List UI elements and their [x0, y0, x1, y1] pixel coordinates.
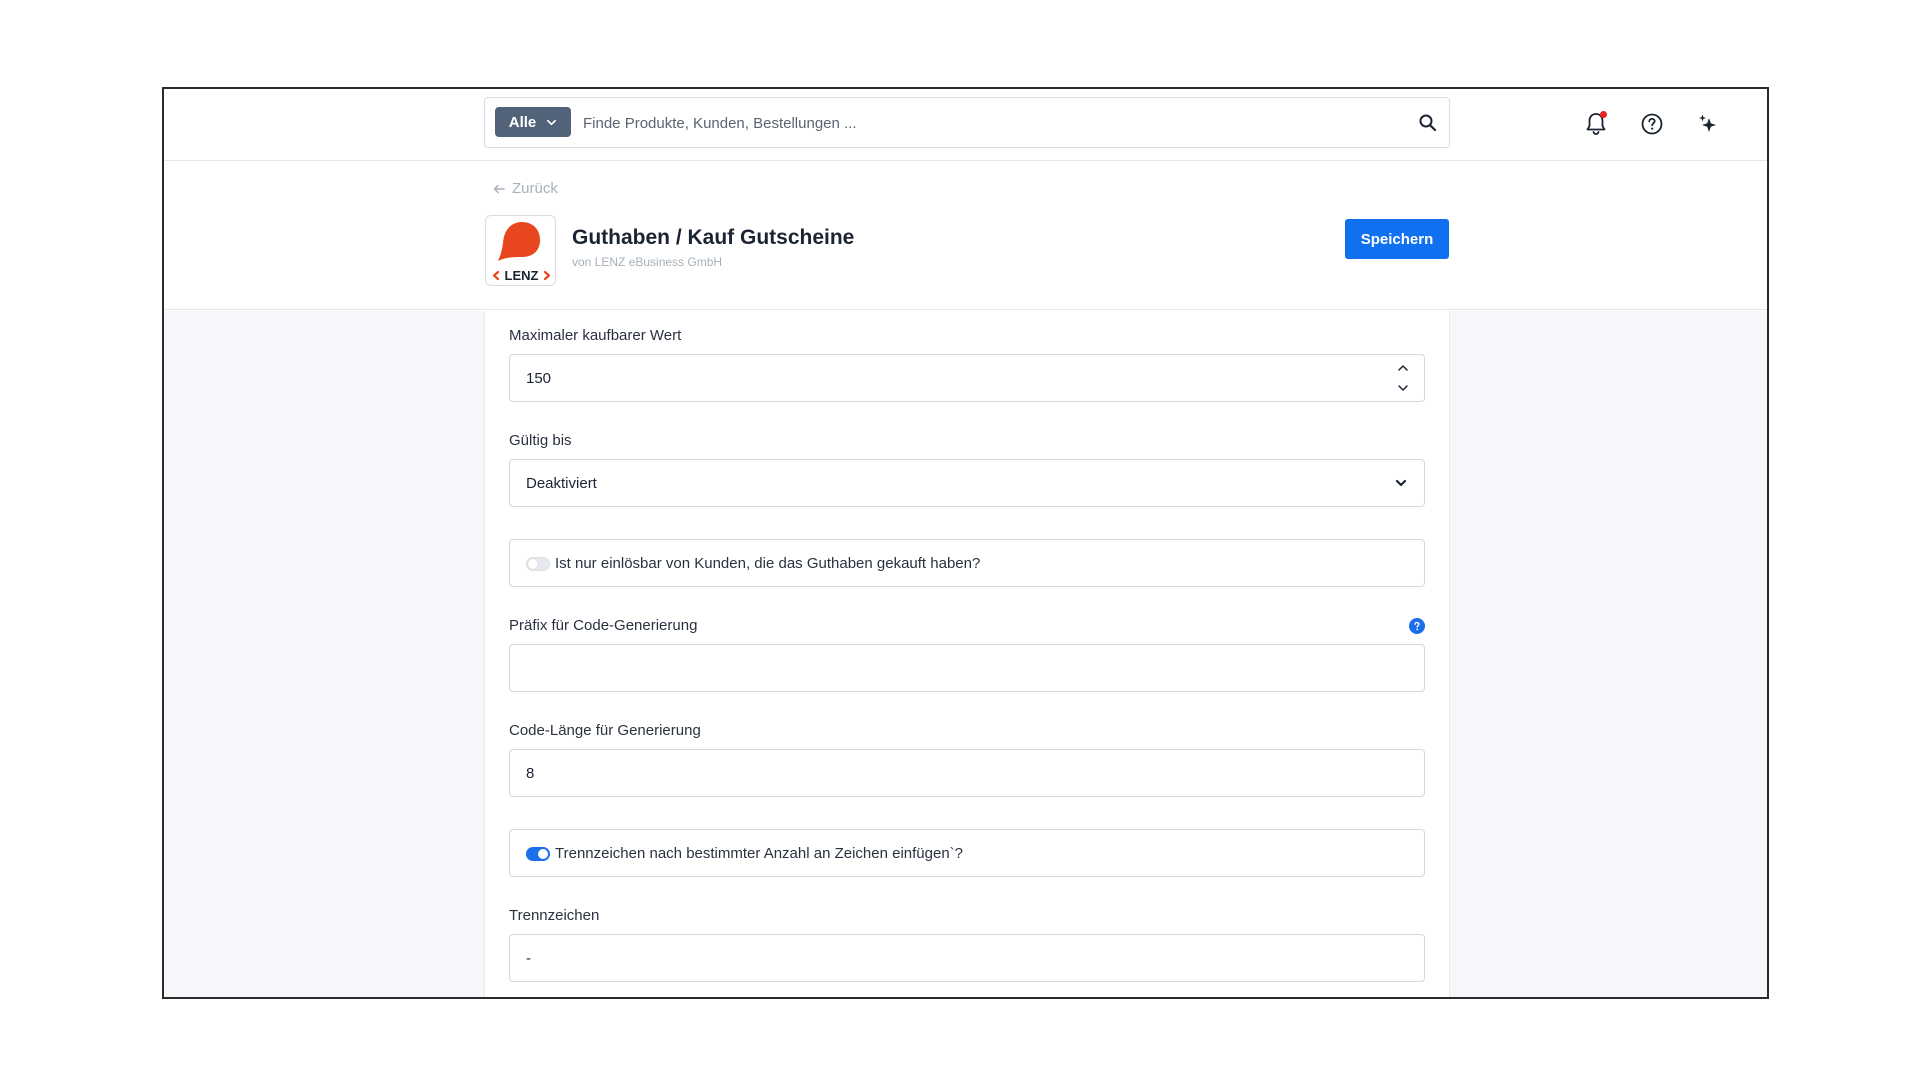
search-scope-label: Alle — [508, 113, 537, 131]
help-button[interactable] — [1638, 110, 1666, 138]
arrow-left-icon — [493, 184, 505, 193]
prefix-label: Präfix für Code-Generierung — [509, 617, 698, 634]
only-buyer-label: Ist nur einlösbar von Kunden, die das Gu… — [555, 555, 981, 572]
max-value-label: Maximaler kaufbarer Wert — [509, 327, 682, 344]
chevron-down-icon — [1398, 385, 1408, 391]
notification-dot — [1600, 111, 1607, 118]
valid-until-select[interactable]: Deaktiviert — [509, 459, 1425, 507]
valid-until-value: Deaktiviert — [526, 475, 597, 492]
chevron-down-icon — [547, 119, 557, 125]
separator-label: Trennzeichen — [509, 907, 600, 924]
lenz-logo-icon: LENZ — [492, 222, 551, 283]
search-scope-dropdown[interactable]: Alle — [495, 107, 571, 137]
content-area: Maximaler kaufbarer Wert Gültig bis Deak… — [164, 311, 1767, 997]
ai-assistant-button[interactable] — [1694, 110, 1722, 138]
only-buyer-toggle[interactable] — [526, 557, 550, 571]
prefix-field — [509, 644, 1425, 692]
page-header: Zurück LENZ Guthaben / Kauf Gutscheine v… — [164, 162, 1767, 310]
app-vendor: von LENZ eBusiness GmbH — [572, 255, 723, 269]
back-link[interactable]: Zurück — [492, 180, 558, 197]
only-buyer-row: Ist nur einlösbar von Kunden, die das Gu… — [509, 539, 1425, 587]
stepper-down-button[interactable] — [1396, 381, 1412, 395]
separator-toggle-row: Trennzeichen nach bestimmter Anzahl an Z… — [509, 829, 1425, 877]
page-title: Guthaben / Kauf Gutscheine — [572, 226, 855, 249]
save-button[interactable]: Speichern — [1345, 219, 1449, 259]
separator-input[interactable] — [526, 935, 1346, 981]
logo-wordmark: LENZ — [505, 268, 539, 283]
chevron-up-icon — [1398, 365, 1408, 371]
app-window: Alle Finde Produkte, Kunden, Bestellunge… — [162, 87, 1769, 999]
app-logo: LENZ — [485, 215, 556, 286]
search-input[interactable] — [583, 108, 1383, 138]
separator-toggle-label: Trennzeichen nach bestimmter Anzahl an Z… — [555, 845, 964, 862]
separator-toggle[interactable] — [526, 847, 550, 861]
separator-field — [509, 934, 1425, 982]
code-length-input[interactable] — [526, 750, 1346, 796]
code-length-field — [509, 749, 1425, 797]
global-search: Alle — [484, 97, 1450, 148]
sparkle-icon — [1699, 114, 1716, 132]
code-length-label: Code-Länge für Generierung — [509, 722, 701, 739]
valid-until-label: Gültig bis — [509, 432, 572, 449]
prefix-input[interactable] — [526, 645, 1346, 691]
info-icon[interactable] — [1409, 618, 1425, 634]
top-bar: Alle — [164, 89, 1767, 161]
help-circle-icon — [1641, 113, 1663, 135]
max-value-input[interactable] — [526, 355, 1346, 401]
max-value-stepper — [1396, 361, 1412, 395]
chevron-down-icon — [1395, 479, 1407, 487]
notifications-button[interactable] — [1582, 110, 1610, 138]
max-value-field — [509, 354, 1425, 402]
stepper-up-button[interactable] — [1396, 361, 1412, 375]
back-label: Zurück — [512, 180, 558, 197]
settings-form: Maximaler kaufbarer Wert Gültig bis Deak… — [484, 311, 1450, 997]
search-icon[interactable] — [1418, 113, 1438, 133]
